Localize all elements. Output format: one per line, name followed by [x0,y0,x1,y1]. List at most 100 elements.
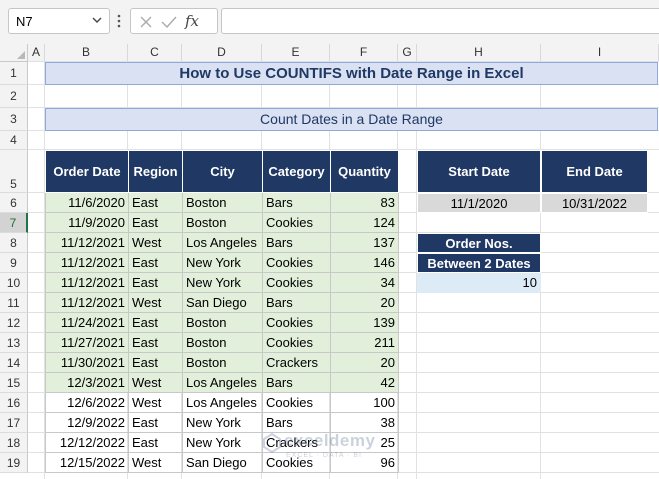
table-cell[interactable]: East [128,252,183,273]
table-cell[interactable]: 38 [330,412,399,433]
table-cell[interactable]: 211 [330,332,399,353]
column-header-b[interactable]: B [45,44,128,62]
table-cell[interactable]: 12/6/2022 [45,392,129,413]
cancel-icon[interactable] [139,15,153,29]
table-cell[interactable]: Boston [182,352,263,373]
table-cell[interactable]: Bars [262,412,331,433]
name-box[interactable]: N7 [8,8,110,34]
row-header-9[interactable]: 9 [0,253,28,273]
table-cell[interactable]: 100 [330,392,399,413]
table-cell[interactable]: East [128,212,183,233]
table-cell[interactable]: New York [182,432,263,453]
row-header-2[interactable]: 2 [0,85,28,108]
table-cell[interactable]: 83 [330,192,399,213]
table-cell[interactable]: West [128,292,183,313]
table-cell[interactable]: 25 [330,432,399,453]
table-cell[interactable]: 137 [330,232,399,253]
table-cell[interactable]: San Diego [182,452,263,473]
column-header-c[interactable]: C [128,44,182,62]
column-header-a[interactable]: A [28,44,45,62]
table-cell[interactable]: Cookies [262,252,331,273]
row-header-18[interactable]: 18 [0,433,28,453]
table-cell[interactable]: 20 [330,292,399,313]
table-cell[interactable]: Cookies [262,212,331,233]
insert-function-icon[interactable]: fx [185,12,199,30]
table-cell[interactable]: San Diego [182,292,263,313]
table-cell[interactable]: New York [182,252,263,273]
table-cell[interactable]: East [128,312,183,333]
table-cell[interactable]: 12/12/2022 [45,432,129,453]
table-cell[interactable]: Bars [262,292,331,313]
column-header-e[interactable]: E [262,44,330,62]
table-cell[interactable]: Cookies [262,452,331,473]
more-options-icon[interactable] [115,12,123,30]
row-header-12[interactable]: 12 [0,313,28,333]
row-header-14[interactable]: 14 [0,353,28,373]
table-cell[interactable]: Boston [182,312,263,333]
table-cell[interactable]: New York [182,272,263,293]
result-cell[interactable]: 10 [417,273,541,293]
table-cell[interactable]: East [128,352,183,373]
table-cell[interactable]: 146 [330,252,399,273]
row-header-7[interactable]: 7 [0,213,28,233]
table-cell[interactable]: 12/15/2022 [45,452,129,473]
table-cell[interactable]: 11/12/2021 [45,232,129,253]
row-header-1[interactable]: 1 [0,62,28,85]
table-cell[interactable]: 11/12/2021 [45,252,129,273]
table-cell[interactable]: New York [182,412,263,433]
table-cell[interactable]: Boston [182,212,263,233]
table-cell[interactable]: 96 [330,452,399,473]
table-cell[interactable]: Boston [182,332,263,353]
row-header-4[interactable]: 4 [0,131,28,150]
formula-input[interactable] [221,8,659,34]
start-date-cell[interactable]: 11/1/2020 [417,193,541,213]
row-header-17[interactable]: 17 [0,413,28,433]
select-all-corner[interactable] [0,44,28,62]
column-header-g[interactable]: G [398,44,417,62]
table-cell[interactable]: 11/27/2021 [45,332,129,353]
table-cell[interactable]: East [128,332,183,353]
column-header-i[interactable]: I [541,44,659,62]
row-header-3[interactable]: 3 [0,108,28,131]
table-cell[interactable]: Cookies [262,272,331,293]
table-cell[interactable]: Bars [262,232,331,253]
table-cell[interactable]: Cookies [262,332,331,353]
row-header-5[interactable]: 5 [0,150,28,193]
chevron-down-icon[interactable] [91,14,103,26]
table-cell[interactable]: 11/12/2021 [45,272,129,293]
table-cell[interactable]: Cookies [262,312,331,333]
table-cell[interactable]: 11/12/2021 [45,292,129,313]
table-cell[interactable]: 11/6/2020 [45,192,129,213]
row-header-13[interactable]: 13 [0,333,28,353]
table-cell[interactable]: West [128,452,183,473]
table-cell[interactable]: Crackers [262,432,331,453]
table-cell[interactable]: East [128,192,183,213]
table-cell[interactable]: Boston [182,192,263,213]
table-cell[interactable]: 11/24/2021 [45,312,129,333]
table-cell[interactable]: 20 [330,352,399,373]
table-cell[interactable]: Los Angeles [182,392,263,413]
enter-check-icon[interactable] [161,15,177,29]
table-cell[interactable]: East [128,432,183,453]
table-cell[interactable]: East [128,412,183,433]
table-cell[interactable]: Bars [262,192,331,213]
row-header-16[interactable]: 16 [0,393,28,413]
column-header-h[interactable]: H [417,44,541,62]
table-cell[interactable]: 42 [330,372,399,393]
table-cell[interactable]: 139 [330,312,399,333]
row-header-11[interactable]: 11 [0,293,28,313]
end-date-cell[interactable]: 10/31/2022 [541,193,648,213]
table-cell[interactable]: Los Angeles [182,232,263,253]
table-cell[interactable]: West [128,392,183,413]
column-header-f[interactable]: F [330,44,398,62]
row-header-19[interactable]: 19 [0,453,28,473]
table-cell[interactable]: Crackers [262,352,331,373]
table-cell[interactable]: Cookies [262,392,331,413]
table-cell[interactable]: 12/3/2021 [45,372,129,393]
column-header-d[interactable]: D [182,44,262,62]
table-cell[interactable]: West [128,232,183,253]
row-header-10[interactable]: 10 [0,273,28,293]
row-header-8[interactable]: 8 [0,233,28,253]
table-cell[interactable]: 124 [330,212,399,233]
table-cell[interactable]: Bars [262,372,331,393]
